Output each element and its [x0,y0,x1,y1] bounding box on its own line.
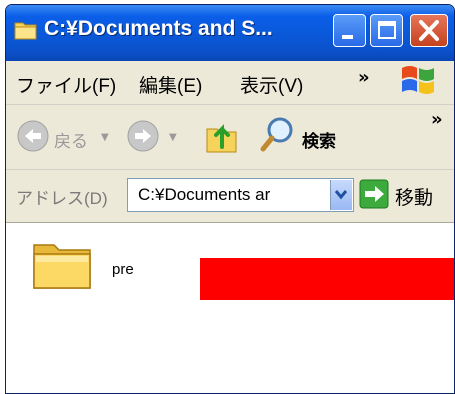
folder-name-label[interactable]: pre [112,261,134,278]
back-dropdown-arrow-icon[interactable]: ▼ [101,132,109,143]
back-label[interactable]: 戻る [54,127,88,152]
search-label[interactable]: 検索 [302,127,336,152]
address-label: アドレス(D) [16,189,108,208]
windows-logo-icon [402,66,434,94]
forward-dropdown-arrow-icon[interactable]: ▼ [169,132,177,143]
address-dropdown-button[interactable] [330,180,352,210]
chevron-down-icon [334,190,348,200]
address-bar: アドレス(D) C:¥Documents ar 移動 [6,170,454,222]
go-arrow-icon[interactable] [359,179,389,209]
back-arrow-icon[interactable] [16,119,50,153]
address-field[interactable]: C:¥Documents ar [127,178,354,212]
menu-file[interactable]: ファイル(F) [16,71,116,98]
up-folder-icon[interactable] [204,117,240,155]
menu-view[interactable]: 表示(V) [240,71,303,98]
folder-icon[interactable] [30,237,95,292]
title-bar[interactable]: C:¥Documents and S... [6,5,454,61]
minimize-button[interactable] [333,14,366,47]
window-title: C:¥Documents and S... [44,17,273,40]
toolbar: 戻る ▼ ▼ 検索 » [6,105,454,170]
red-highlight-bar [200,258,454,300]
minimize-icon [342,35,353,39]
close-icon [419,20,439,41]
menu-overflow-chevron-icon[interactable]: » [358,67,370,88]
menu-edit[interactable]: 編集(E) [139,71,202,98]
close-button[interactable] [410,14,448,47]
menu-bar: ファイル(F) 編集(E) 表示(V) » [6,61,454,105]
explorer-window: C:¥Documents and S... ファイル(F) 編集(E) 表示(V… [5,4,455,394]
address-value[interactable]: C:¥Documents ar [138,185,270,205]
maximize-icon [378,21,396,39]
search-icon[interactable] [260,115,296,155]
toolbar-overflow-chevron-icon[interactable]: » [431,109,443,130]
file-view: pre [6,222,454,393]
maximize-button[interactable] [370,14,403,47]
folder-icon [14,22,37,40]
forward-arrow-icon[interactable] [126,119,160,153]
go-button-label[interactable]: 移動 [395,183,433,210]
